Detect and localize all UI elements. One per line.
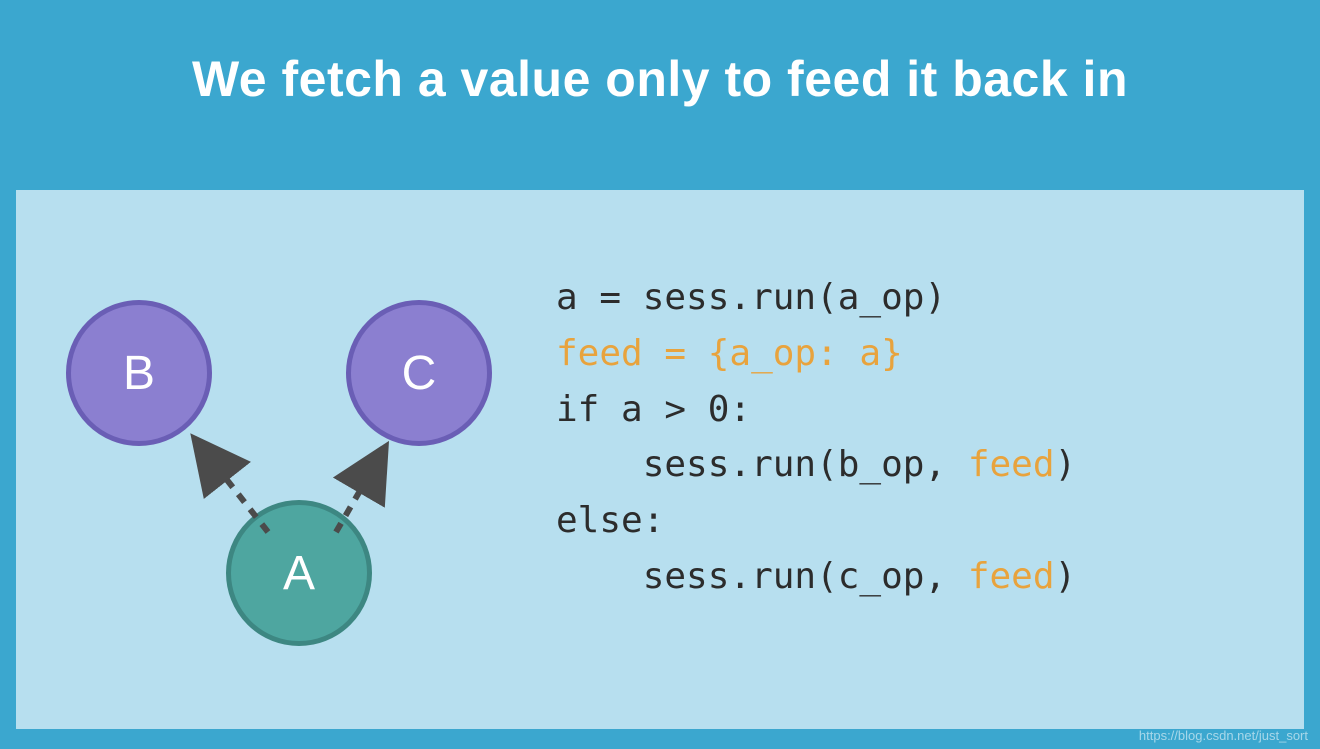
- code-line-6-post: ): [1055, 556, 1077, 597]
- code-line-4-post: ): [1055, 444, 1077, 485]
- code-line-5: else:: [556, 500, 664, 541]
- code-line-6-hl: feed: [968, 556, 1055, 597]
- graph-diagram: B C A: [46, 280, 526, 660]
- node-a-label: A: [283, 546, 315, 601]
- node-b-label: B: [123, 346, 155, 401]
- code-line-3: if a > 0:: [556, 389, 751, 430]
- code-line-6-pre: sess.run(c_op,: [556, 556, 968, 597]
- code-line-4-hl: feed: [968, 444, 1055, 485]
- code-line-4-pre: sess.run(b_op,: [556, 444, 968, 485]
- code-block: a = sess.run(a_op) feed = {a_op: a} if a…: [556, 270, 1076, 605]
- code-line-2: feed = {a_op: a}: [556, 333, 903, 374]
- node-c: C: [346, 300, 492, 446]
- watermark-text: https://blog.csdn.net/just_sort: [1139, 728, 1308, 743]
- code-line-1: a = sess.run(a_op): [556, 277, 946, 318]
- node-a: A: [226, 500, 372, 646]
- slide-title: We fetch a value only to feed it back in: [0, 0, 1320, 108]
- content-panel: B C A a = sess.run(a_op) feed = {a_op:: [16, 190, 1304, 729]
- node-b: B: [66, 300, 212, 446]
- node-c-label: C: [402, 346, 437, 401]
- slide: We fetch a value only to feed it back in…: [0, 0, 1320, 749]
